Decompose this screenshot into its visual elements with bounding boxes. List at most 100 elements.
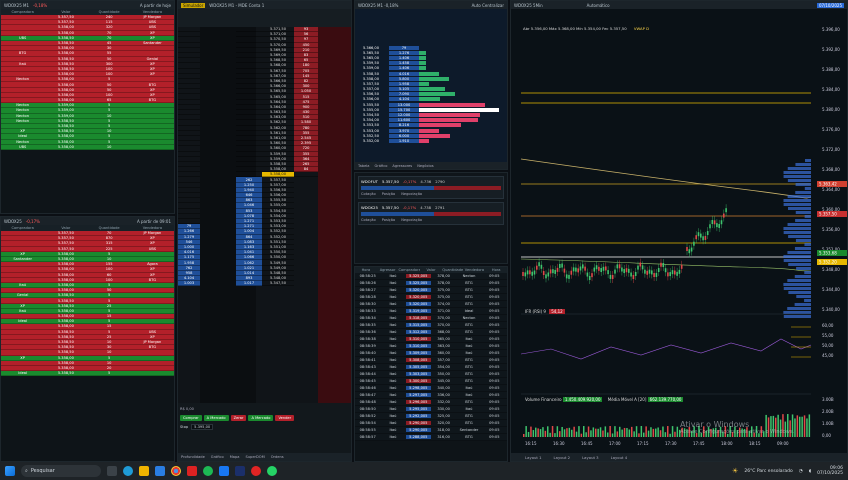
left-top-range[interactable]: A partir de hoje (140, 3, 171, 8)
ts-row[interactable]: 08:58:52 Itaú 5.292,005 325,00 BTG 09:05 (355, 413, 507, 420)
dom-tab-2[interactable]: Mapa (230, 455, 240, 459)
dom-tab-4[interactable]: Ordens (271, 455, 284, 459)
dom-titlebar[interactable]: Simulador WDOX25 M1 - MDE Conta 1 (178, 1, 351, 9)
ts-row[interactable]: 08:58:47 Itaú 5.297,005 336,00 Itaú 09:05 (355, 392, 507, 399)
vp-row[interactable]: 5.352,00 1.910 (355, 138, 507, 143)
record-icon[interactable] (251, 466, 261, 476)
left-top-col-1[interactable]: Valor (44, 10, 87, 14)
dom-tab-1[interactable]: Gráfico (211, 455, 224, 459)
vp-auto[interactable]: Auto Centralizar (472, 3, 504, 8)
quote-tab-2[interactable]: Negociação (401, 218, 422, 222)
ts-col-4[interactable]: Quantidade (442, 268, 464, 272)
ts-row[interactable]: 08:58:26 Itaú 5.325,005 378,00 BTG 09:05 (355, 280, 507, 287)
quote-tab-1[interactable]: Posição (382, 192, 396, 196)
ts-row[interactable]: 08:58:45 Itaú 5.300,005 345,00 BTG 09:05 (355, 378, 507, 385)
ts-row[interactable]: 08:58:33 Itaú 5.319,005 371,00 Ideal 09:05 (355, 308, 507, 315)
store-icon[interactable] (155, 466, 165, 476)
ts-row[interactable]: 08:58:50 Itaú 5.295,005 330,00 Itaú 09:05 (355, 406, 507, 413)
layout-tab-3[interactable]: Layout 4 (611, 455, 628, 460)
ts-row[interactable]: 08:58:44 Itaú 5.303,005 350,00 BTG 09:05 (355, 371, 507, 378)
ts-col-5[interactable]: Vendedora (464, 268, 486, 272)
left-bottom-range[interactable]: A partir de 09:01 (137, 219, 171, 224)
weather-icon[interactable]: ☀ (732, 467, 738, 475)
ts-row[interactable]: 08:58:48 Itaú 5.296,005 332,00 BTG 09:05 (355, 399, 507, 406)
left-bottom-col-1[interactable]: Valor (44, 226, 87, 230)
left-bottom-titlebar[interactable]: WDOX25 -0,17% A partir de 09:01 (1, 217, 174, 225)
vp-titlebar[interactable]: WDOX25 M1 -0,18% Auto Centralizar (355, 1, 507, 9)
whatsapp-icon[interactable] (267, 466, 277, 476)
ts-col-1[interactable]: Agressor (377, 268, 399, 272)
quote-tab-0[interactable]: Cotação (361, 218, 376, 222)
ts-row[interactable]: 08:58:55 Itaú 5.290,005 318,00 Sentander 09:0… (355, 427, 507, 434)
ts-col-0[interactable]: Hora (355, 268, 377, 272)
quote-tab-0[interactable]: Cotação (361, 192, 376, 196)
chart-titlebar[interactable]: WDOX25 5Min Automático 07/10/2025 (511, 1, 847, 9)
price-chart[interactable]: 5.396,00 5.392,00 5.388,00 5.384,00 5.380,00… (511, 9, 848, 462)
chart-auto[interactable]: Automático (587, 3, 610, 8)
layout-tab-1[interactable]: Layout 2 (554, 455, 571, 460)
chrome-icon[interactable] (171, 466, 181, 476)
ts-row[interactable]: 08:58:36 Itaú 5.312,005 368,00 BTG 09:05 (355, 329, 507, 336)
left-bottom-col-0[interactable]: Compradora (1, 226, 44, 230)
left-bid[interactable]: 1.003 (178, 281, 200, 287)
taskbar-search[interactable]: ⌕ Pesquisar (21, 465, 101, 477)
order-button-3[interactable]: A Mercado (248, 415, 274, 421)
quote-tab-2[interactable]: Negociação (401, 192, 422, 196)
wifi-icon[interactable]: ◔ (799, 469, 803, 474)
app-icon[interactable] (187, 466, 197, 476)
ts-row[interactable]: 08:58:40 Itaú 5.309,005 360,00 Itaú 09:05 (355, 350, 507, 357)
layout-tab-2[interactable]: Layout 3 (582, 455, 599, 460)
left-top-col-0[interactable]: Compradora (1, 10, 44, 14)
quote-box[interactable]: WDOFUT 5.357,50 -0,17% 4.736 2790 Cotação Posi… (358, 176, 504, 199)
spotify-icon[interactable] (203, 466, 213, 476)
ts-row[interactable]: 08:58:28 Itaú 5.320,005 375,00 BTG 09:05 (355, 294, 507, 301)
left-top-titlebar[interactable]: WDOX25 M1 -0,18% A partir de hoje (1, 1, 174, 9)
ts-row[interactable]: 08:58:46 Itaú 5.298,005 340,00 Itaú 09:05 (355, 385, 507, 392)
order-button-1[interactable]: A Mercado (203, 415, 229, 421)
left-bottom-col-2[interactable]: Quantidade (88, 226, 131, 230)
ts-col-2[interactable]: Compradora (398, 268, 420, 272)
dom-tab-3[interactable]: SuperDOM (245, 455, 264, 459)
layout-tab-0[interactable]: Layout 1 (525, 455, 542, 460)
bid-qty[interactable]: 1.017 (236, 281, 262, 287)
order-button-0[interactable]: Comprar (180, 415, 202, 421)
vp-row[interactable]: 5.355,00 15.700 (355, 107, 507, 112)
windows-start-icon[interactable] (5, 466, 15, 476)
ts-row[interactable]: 08:58:25 Itaú 5.325,005 378,00 Necton 09:05 (355, 273, 507, 280)
ts-row[interactable]: 08:58:54 Itaú 5.290,005 320,00 BTG 09:05 (355, 420, 507, 427)
ts-row[interactable]: 08:58:43 Itaú 5.305,005 354,00 BTG 09:05 (355, 364, 507, 371)
ts-row[interactable]: 08:58:39 Itaú 5.310,005 363,00 Itaú 09:05 (355, 343, 507, 350)
left-bottom-col-3[interactable]: Vendedora (131, 226, 174, 230)
quote-tab-1[interactable]: Posição (382, 218, 396, 222)
edge-browser-icon[interactable] (123, 466, 133, 476)
ts-row[interactable]: 08:58:38 Itaú 5.310,005 365,00 Itaú 09:05 (355, 336, 507, 343)
facebook-icon[interactable] (219, 466, 229, 476)
ts-row[interactable]: 08:58:27 Itaú 5.320,005 375,00 BTG 09:05 (355, 287, 507, 294)
vp-tab-0[interactable]: Tabela (358, 164, 370, 168)
clock[interactable]: 09:06 07/10/2025 (817, 466, 843, 476)
ts-row[interactable]: 08:58:41 Itaú 5.308,005 357,00 BTG 09:05 (355, 357, 507, 364)
dom-price-input[interactable]: 5.395,00 (191, 424, 214, 430)
order-button-4[interactable]: Vender (275, 415, 295, 421)
vp-tab-3[interactable]: Negócios (417, 164, 433, 168)
ts-row[interactable]: 08:58:34 Itaú 5.318,005 370,00 Necton 09:05 (355, 315, 507, 322)
file-explorer-icon[interactable] (139, 466, 149, 476)
task-view-icon[interactable] (107, 466, 117, 476)
left-top-col-3[interactable]: Vendedora (131, 10, 174, 14)
ts-row[interactable]: 08:58:57 Itaú 5.288,005 316,00 BTG 09:05 (355, 434, 507, 441)
table-row[interactable]: UBS 5.358,00 10 (1, 144, 174, 150)
bid-price[interactable]: 5.347,50 (262, 281, 294, 287)
dom-tab-0[interactable]: Profundidade (181, 455, 205, 459)
ts-col-6[interactable]: Hora (485, 268, 507, 272)
ts-col-3[interactable]: Valor (420, 268, 442, 272)
order-button-2[interactable]: Zerar (230, 415, 247, 421)
ts-row[interactable]: 08:58:30 Itaú 5.320,005 374,00 BTG 09:05 (355, 301, 507, 308)
profit-icon[interactable] (235, 466, 245, 476)
volume-icon[interactable]: ◖ (809, 469, 811, 474)
vp-tab-2[interactable]: Agressores (392, 164, 412, 168)
weather-text[interactable]: 26°C Parc ensolarado (744, 469, 792, 474)
ts-row[interactable]: 08:58:35 Itaú 5.315,005 370,00 BTG 09:05 (355, 322, 507, 329)
left-top-col-2[interactable]: Quantidade (88, 10, 131, 14)
vp-tab-1[interactable]: Gráfico (375, 164, 388, 168)
table-row[interactable]: Ideal 5.358,50 5 (1, 371, 174, 377)
